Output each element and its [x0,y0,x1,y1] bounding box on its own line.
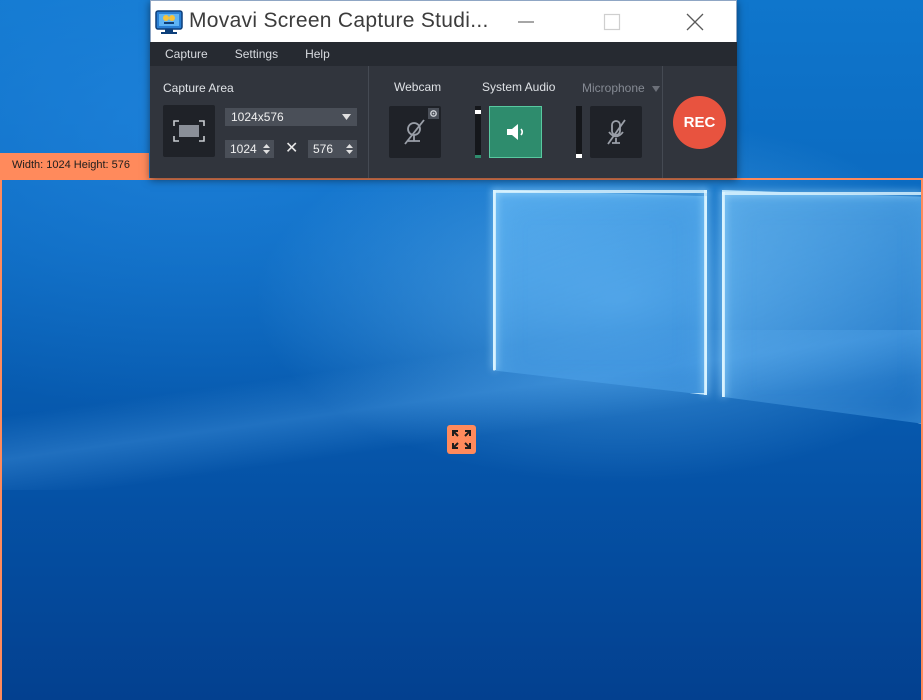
microphone-off-icon [607,119,626,145]
stepper-arrows-icon[interactable] [346,143,353,155]
minimize-icon [518,21,534,23]
microphone-toggle-button[interactable] [590,106,642,158]
menu-settings[interactable]: Settings [235,47,278,61]
close-icon [686,13,704,31]
stepper-arrows-icon[interactable] [263,143,270,155]
menu-capture[interactable]: Capture [165,47,208,61]
system-audio-label: System Audio [482,80,556,94]
area-preset-value: 1024x576 [231,110,284,124]
microphone-level-meter [576,106,582,158]
capture-size-label: Width: 1024 Height: 576 [0,153,149,178]
level-peak [475,110,481,114]
area-preset-select[interactable]: 1024x576 [225,108,357,126]
capture-area-label: Capture Area [163,81,234,95]
gear-icon [430,110,437,117]
title-bar[interactable]: Movavi Screen Capture Studi... [150,0,737,42]
maximize-button[interactable] [591,7,633,37]
maximize-icon [603,13,621,31]
panel-divider [368,66,369,178]
system-audio-level-meter [475,106,481,158]
panel-divider [662,66,663,178]
window-title: Movavi Screen Capture Studi... [189,9,489,32]
chevron-down-icon [342,114,351,120]
level-fill [475,155,481,158]
close-button[interactable] [674,7,716,37]
speaker-icon [506,124,523,140]
minimize-button[interactable] [505,7,547,37]
system-audio-toggle-button[interactable] [489,106,542,158]
width-value: 1024 [230,142,257,156]
microphone-label-text: Microphone [582,81,645,95]
height-stepper[interactable]: 576 [308,140,357,158]
webcam-settings-button[interactable] [428,108,439,119]
record-button[interactable]: REC [673,96,726,149]
level-peak [576,154,582,158]
capture-area-icon [173,120,205,142]
width-stepper[interactable]: 1024 [225,140,274,158]
microphone-label[interactable]: Microphone [582,81,661,95]
menu-help[interactable]: Help [305,47,330,61]
select-area-button[interactable] [163,105,215,157]
move-handle-icon[interactable] [447,425,476,454]
dimension-separator: ✕ [285,140,299,157]
height-value: 576 [313,142,334,156]
menu-bar: Capture Settings Help [150,42,737,66]
webcam-label: Webcam [394,80,442,94]
movavi-logo-icon [155,9,183,35]
webcam-off-icon [404,119,425,145]
chevron-down-icon [652,86,661,92]
